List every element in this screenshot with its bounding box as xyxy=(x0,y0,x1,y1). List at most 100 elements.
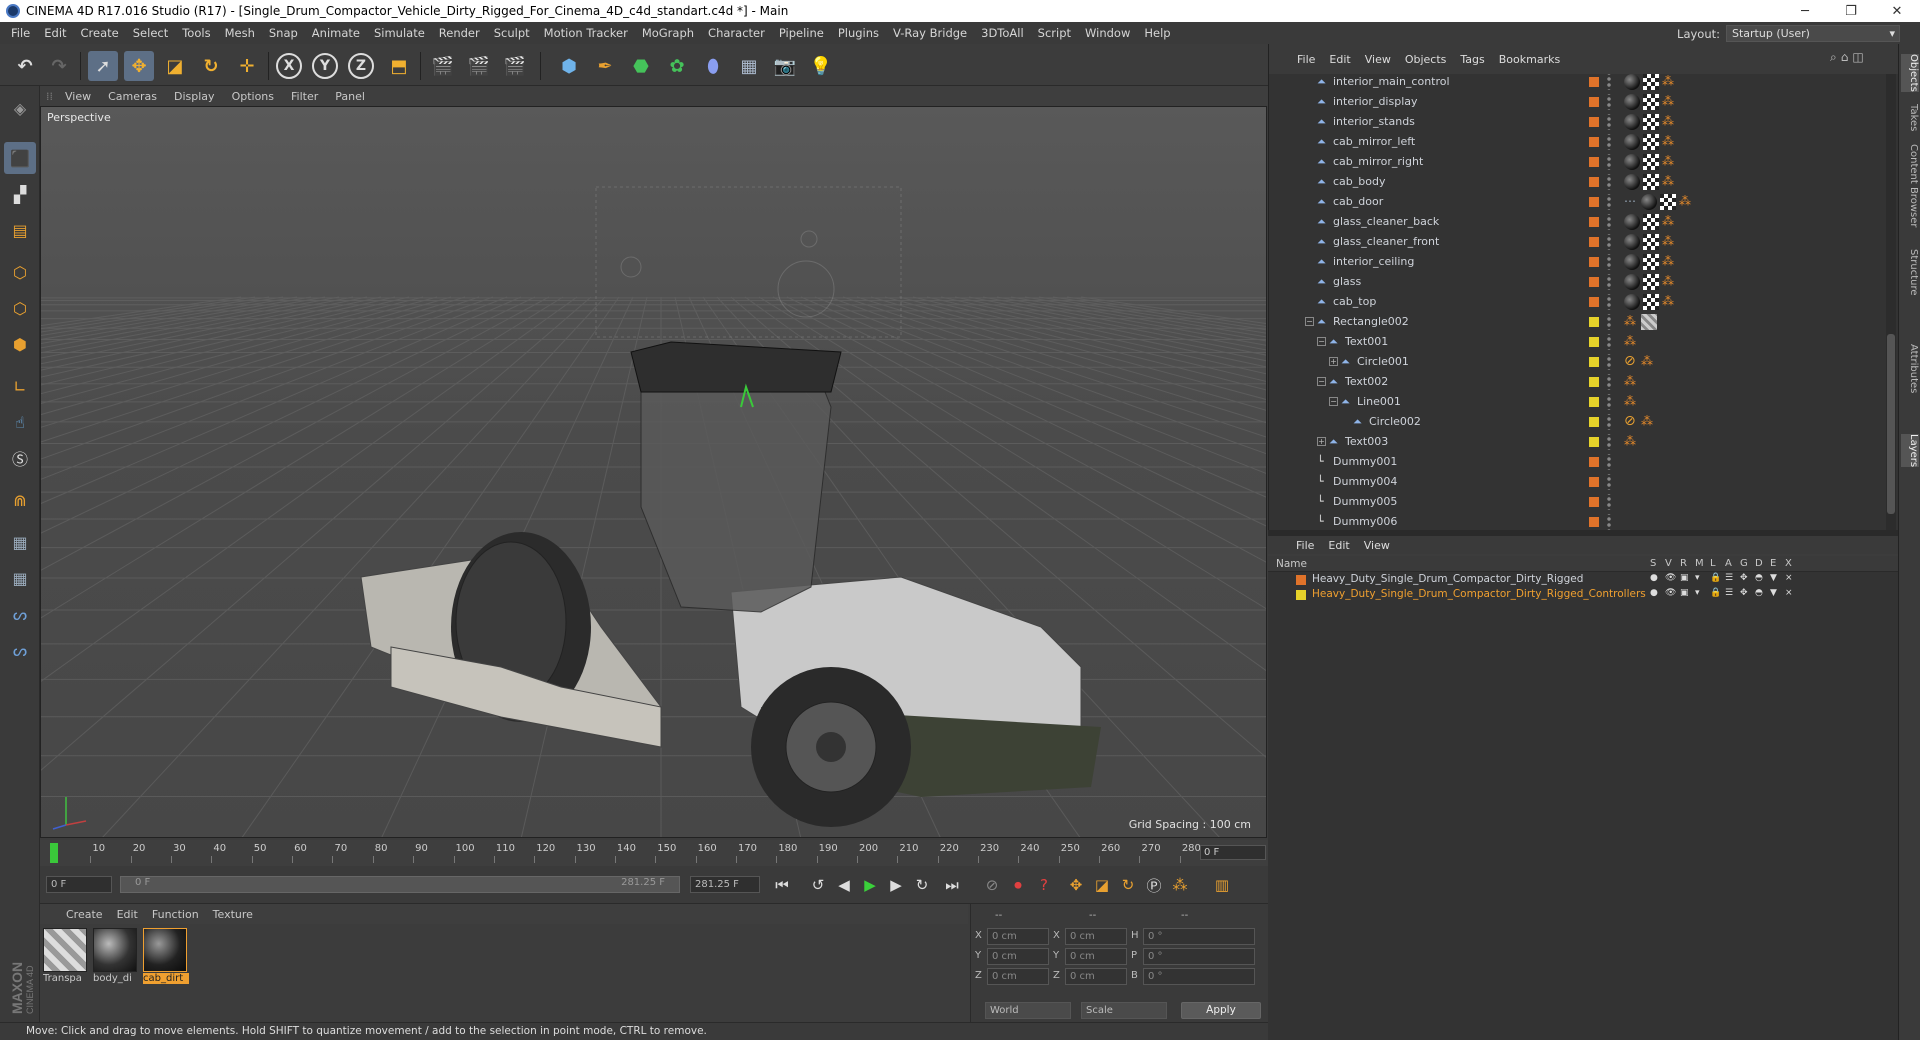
autokey-icon[interactable]: ⏺ xyxy=(1006,873,1030,897)
side-tab-layers[interactable]: Layers xyxy=(1901,434,1919,468)
layer-toggle-icon[interactable]: ✥ xyxy=(1740,573,1748,583)
texture-tag-icon[interactable] xyxy=(1660,194,1676,210)
menu-file[interactable]: File xyxy=(4,26,37,40)
render-settings-icon[interactable]: 🎬 xyxy=(500,51,530,81)
object-row[interactable]: + ⏶ Circle001 ⊘ ⁂ xyxy=(1269,352,1887,372)
material-tag-icon[interactable] xyxy=(1624,214,1640,230)
expand-toggle-icon[interactable]: − xyxy=(1317,337,1326,346)
texture-tag-icon[interactable] xyxy=(1643,154,1659,170)
record-keys-icon[interactable]: ⊘ xyxy=(980,873,1004,897)
visibility-dots-icon[interactable] xyxy=(1606,494,1612,510)
coord-value-field[interactable]: 0 cm xyxy=(1065,968,1127,985)
layer-toggle-icon[interactable]: 🔒 xyxy=(1710,588,1721,598)
key-parameter-icon[interactable]: Ⓟ xyxy=(1142,873,1166,897)
object-row[interactable]: ⏶ glass_cleaner_back ⁂ xyxy=(1269,212,1887,232)
object-row[interactable]: ⏶ glass_cleaner_front ⁂ xyxy=(1269,232,1887,252)
xpresso-tag-icon[interactable]: ⁂ xyxy=(1624,314,1638,328)
coord-type-select[interactable]: Scale xyxy=(1081,1002,1167,1019)
visibility-dots-icon[interactable] xyxy=(1606,354,1612,370)
menu-create[interactable]: Create xyxy=(74,26,126,40)
layer-color-swatch[interactable] xyxy=(1589,417,1599,427)
layer-menu-file[interactable]: File xyxy=(1296,539,1314,552)
layer-toggle-icon[interactable]: ⨯ xyxy=(1785,573,1793,583)
menu-script[interactable]: Script xyxy=(1031,26,1078,40)
texture-tag-icon[interactable] xyxy=(1643,94,1659,110)
locked-workplane-icon[interactable]: ▦ xyxy=(4,562,36,594)
tweak-mode-icon[interactable]: ☝ xyxy=(4,406,36,438)
texture-mode-icon[interactable]: ▞ xyxy=(4,178,36,210)
layer-toggle-icon[interactable]: ✥ xyxy=(1740,588,1748,598)
menu-mograph[interactable]: MoGraph xyxy=(635,26,701,40)
side-tab-takes[interactable]: Takes xyxy=(1901,104,1919,131)
key-scale-icon[interactable]: ◪ xyxy=(1090,873,1114,897)
side-tab-structure[interactable]: Structure xyxy=(1901,249,1919,296)
render-view-icon[interactable]: 🎬 xyxy=(428,51,458,81)
menu-mesh[interactable]: Mesh xyxy=(218,26,262,40)
expand-toggle-icon[interactable]: − xyxy=(1329,397,1338,406)
key-rotation-icon[interactable]: ↻ xyxy=(1116,873,1140,897)
layer-toggle-icon[interactable]: ▼ xyxy=(1770,588,1777,598)
layer-column-g[interactable]: G xyxy=(1740,558,1748,569)
layer-toggle-icon[interactable]: ● xyxy=(1650,588,1658,598)
object-row[interactable]: └ Dummy004 xyxy=(1269,472,1887,492)
python-script-icon[interactable]: ᔕ xyxy=(4,598,36,630)
deformer-icon[interactable]: ⬮ xyxy=(698,51,728,81)
xpresso-tag-icon[interactable]: ⁂ xyxy=(1679,194,1693,208)
protection-tag-icon[interactable]: ⊘ xyxy=(1624,414,1638,428)
object-menu-objects[interactable]: Objects xyxy=(1405,53,1447,66)
visibility-dots-icon[interactable] xyxy=(1606,454,1612,470)
texture-tag-icon[interactable] xyxy=(1643,134,1659,150)
material-menu-texture[interactable]: Texture xyxy=(213,908,253,921)
object-row[interactable]: + ⏶ Text003 ⁂ xyxy=(1269,432,1887,452)
perspective-viewport[interactable]: Perspective Grid Spacing : 100 cm ✥⇕↻◰ xyxy=(40,106,1267,838)
visibility-dots-icon[interactable] xyxy=(1606,114,1612,130)
layer-row[interactable]: Heavy_Duty_Single_Drum_Compactor_Dirty_R… xyxy=(1268,587,1898,603)
protection-tag-icon[interactable]: ⊘ xyxy=(1624,354,1638,368)
timeline-window-icon[interactable]: ▥ xyxy=(1210,873,1234,897)
layer-toggle-icon[interactable]: ◓ xyxy=(1755,573,1763,583)
camera-icon[interactable]: 📷 xyxy=(770,51,800,81)
keyframe-selection-icon[interactable]: ? xyxy=(1032,873,1056,897)
layer-toggle-icon[interactable]: ☰ xyxy=(1725,588,1733,598)
coord-value-field[interactable]: 0 cm xyxy=(987,968,1049,985)
menu-edit[interactable]: Edit xyxy=(37,26,73,40)
go-to-end-icon[interactable]: ⏭ xyxy=(940,873,964,897)
object-row[interactable]: ⏶ Circle002 ⊘ ⁂ xyxy=(1269,412,1887,432)
layer-color-swatch[interactable] xyxy=(1589,497,1599,507)
close-button[interactable]: ✕ xyxy=(1874,0,1920,22)
menu-plugins[interactable]: Plugins xyxy=(831,26,886,40)
layer-toggle-icon[interactable]: ▾ xyxy=(1695,588,1700,598)
visibility-dots-icon[interactable] xyxy=(1606,314,1612,330)
xpresso-tag-icon[interactable]: ⁂ xyxy=(1662,154,1676,168)
layer-column-e[interactable]: E xyxy=(1770,558,1776,569)
side-tab-content-browser[interactable]: Content Browser xyxy=(1901,144,1919,227)
object-row[interactable]: ⏶ cab_door ⋯ ⁂ xyxy=(1269,192,1887,212)
menu-sculpt[interactable]: Sculpt xyxy=(487,26,537,40)
visibility-dots-icon[interactable] xyxy=(1606,294,1612,310)
layer-toggle-icon[interactable]: ⨯ xyxy=(1785,588,1793,598)
minimize-button[interactable]: ─ xyxy=(1782,0,1828,22)
object-row[interactable]: − ⏶ Text001 ⁂ xyxy=(1269,332,1887,352)
layer-column-m[interactable]: M xyxy=(1695,558,1704,569)
object-menu-file[interactable]: File xyxy=(1297,53,1315,66)
menu-select[interactable]: Select xyxy=(126,26,175,40)
floor-icon[interactable]: ▦ xyxy=(734,51,764,81)
apply-button[interactable]: Apply xyxy=(1181,1002,1261,1019)
material-tag-icon[interactable] xyxy=(1624,74,1640,90)
visibility-dots-icon[interactable] xyxy=(1606,254,1612,270)
y-axis-lock-icon[interactable]: Y xyxy=(312,53,338,79)
material-tag-icon[interactable] xyxy=(1624,274,1640,290)
start-frame-field[interactable]: 0 F xyxy=(46,876,112,893)
visibility-dots-icon[interactable] xyxy=(1606,434,1612,450)
recent-tool-icon[interactable]: ✛ xyxy=(232,51,262,81)
key-pla-icon[interactable]: ⁂ xyxy=(1168,873,1192,897)
layer-toggle-icon[interactable]: ● xyxy=(1650,573,1658,583)
axis-mode-icon[interactable]: ∟ xyxy=(4,370,36,402)
layer-color-swatch[interactable] xyxy=(1589,397,1599,407)
scale-tool-icon[interactable]: ◪ xyxy=(160,51,190,81)
object-row[interactable]: ⏶ interior_ceiling ⁂ xyxy=(1269,252,1887,272)
material-tag-icon[interactable] xyxy=(1624,154,1640,170)
visibility-dots-icon[interactable] xyxy=(1606,154,1612,170)
coord-value-field[interactable]: 0 ° xyxy=(1143,948,1255,965)
layer-toggle-icon[interactable]: 👁 xyxy=(1665,573,1676,583)
